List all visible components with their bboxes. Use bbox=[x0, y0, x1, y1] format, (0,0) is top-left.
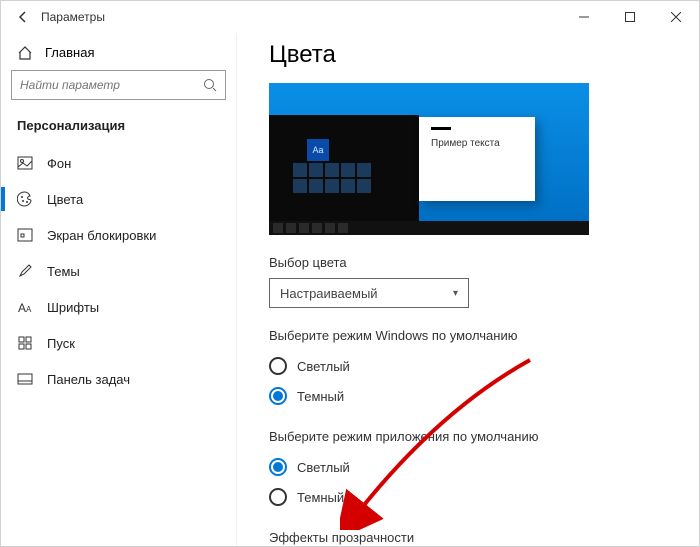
sidebar-item-colors[interactable]: Цвета bbox=[11, 181, 226, 217]
chevron-down-icon: ▾ bbox=[453, 288, 458, 299]
home-label: Главная bbox=[45, 45, 94, 60]
arrow-left-icon bbox=[16, 10, 30, 24]
svg-text:A: A bbox=[26, 305, 32, 314]
page-title: Цвета bbox=[269, 41, 675, 69]
app-mode-light[interactable]: Светлый bbox=[269, 452, 675, 482]
preview-tile: Aa bbox=[307, 139, 329, 161]
sidebar-item-taskbar[interactable]: Панель задач bbox=[11, 361, 226, 397]
lockscreen-icon bbox=[17, 228, 33, 242]
color-mode-value: Настраиваемый bbox=[280, 286, 378, 301]
app-mode-dark[interactable]: Темный bbox=[269, 482, 675, 512]
transparency-label: Эффекты прозрачности bbox=[269, 530, 675, 545]
radio-label: Темный bbox=[297, 490, 344, 505]
home-link[interactable]: Главная bbox=[11, 41, 226, 70]
search-field[interactable] bbox=[20, 78, 203, 92]
sidebar-item-themes[interactable]: Темы bbox=[11, 253, 226, 289]
radio-label: Светлый bbox=[297, 460, 350, 475]
sidebar: Главная Персонализация Фон Цвета Экран б… bbox=[1, 33, 237, 546]
palette-icon bbox=[17, 191, 33, 207]
preview-note: Пример текста bbox=[419, 117, 535, 201]
windows-mode-dark[interactable]: Темный bbox=[269, 381, 675, 411]
main-panel: Цвета Aa Пример текста Выбор цвета Настр… bbox=[237, 33, 699, 546]
close-icon bbox=[671, 12, 681, 22]
close-button[interactable] bbox=[653, 1, 699, 33]
minimize-icon bbox=[579, 12, 589, 22]
radio-icon bbox=[269, 357, 287, 375]
sidebar-item-label: Экран блокировки bbox=[47, 228, 156, 243]
sidebar-item-label: Пуск bbox=[47, 336, 75, 351]
maximize-icon bbox=[625, 12, 635, 22]
svg-text:A: A bbox=[18, 301, 26, 314]
minimize-button[interactable] bbox=[561, 1, 607, 33]
radio-label: Темный bbox=[297, 389, 344, 404]
radio-icon bbox=[269, 488, 287, 506]
sidebar-item-label: Шрифты bbox=[47, 300, 99, 315]
radio-icon bbox=[269, 387, 287, 405]
titlebar: Параметры bbox=[1, 1, 699, 33]
windows-mode-light[interactable]: Светлый bbox=[269, 351, 675, 381]
radio-label: Светлый bbox=[297, 359, 350, 374]
sidebar-item-label: Панель задач bbox=[47, 372, 130, 387]
taskbar-icon bbox=[17, 373, 33, 385]
back-button[interactable] bbox=[9, 10, 37, 24]
window-title: Параметры bbox=[41, 10, 105, 24]
brush-icon bbox=[17, 263, 33, 279]
preview-note-text: Пример текста bbox=[431, 138, 523, 149]
sidebar-item-fonts[interactable]: AA Шрифты bbox=[11, 289, 226, 325]
color-preview: Aa Пример текста bbox=[269, 83, 589, 235]
section-header: Персонализация bbox=[11, 118, 226, 145]
image-icon bbox=[17, 156, 33, 170]
search-icon bbox=[203, 78, 217, 92]
sidebar-item-label: Фон bbox=[47, 156, 71, 171]
font-icon: AA bbox=[17, 300, 33, 314]
windows-mode-label: Выберите режим Windows по умолчанию bbox=[269, 328, 675, 343]
home-icon bbox=[17, 46, 33, 60]
color-mode-label: Выбор цвета bbox=[269, 255, 675, 270]
maximize-button[interactable] bbox=[607, 1, 653, 33]
color-mode-select[interactable]: Настраиваемый ▾ bbox=[269, 278, 469, 308]
start-icon bbox=[17, 336, 33, 350]
sidebar-item-label: Темы bbox=[47, 264, 80, 279]
app-mode-label: Выберите режим приложения по умолчанию bbox=[269, 429, 675, 444]
radio-icon bbox=[269, 458, 287, 476]
search-input[interactable] bbox=[11, 70, 226, 100]
sidebar-item-background[interactable]: Фон bbox=[11, 145, 226, 181]
sidebar-item-start[interactable]: Пуск bbox=[11, 325, 226, 361]
sidebar-item-lockscreen[interactable]: Экран блокировки bbox=[11, 217, 226, 253]
sidebar-item-label: Цвета bbox=[47, 192, 83, 207]
